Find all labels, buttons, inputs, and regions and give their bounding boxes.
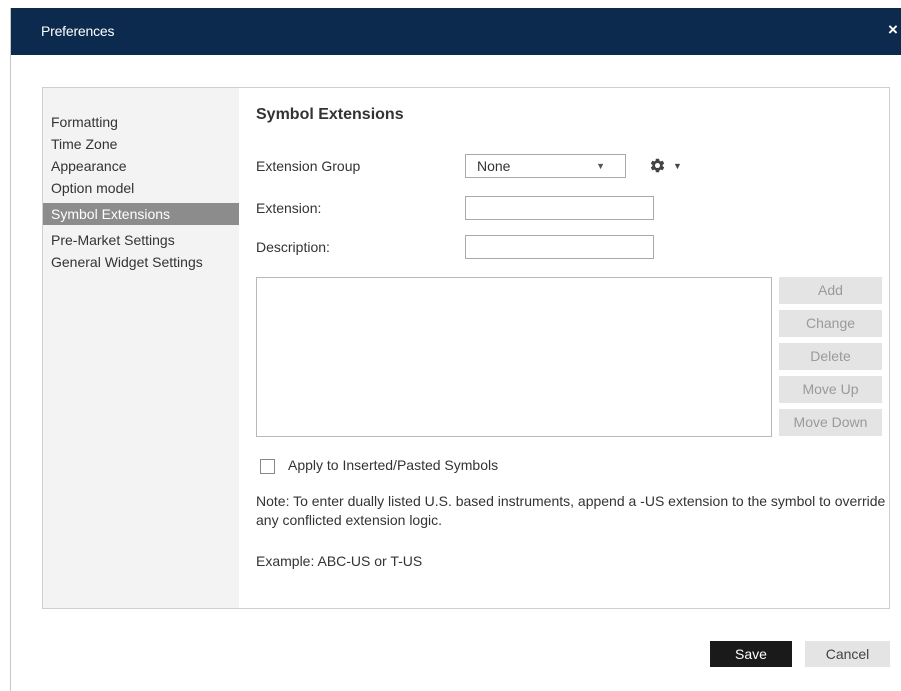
description-input[interactable] — [465, 235, 654, 259]
apply-to-inserted-label[interactable]: Apply to Inserted/Pasted Symbols — [288, 457, 498, 473]
extension-label: Extension: — [256, 200, 322, 216]
section-title: Symbol Extensions — [256, 106, 404, 123]
move-down-button[interactable]: Move Down — [779, 409, 882, 436]
cancel-button[interactable]: Cancel — [805, 641, 890, 667]
save-button[interactable]: Save — [710, 641, 792, 667]
preferences-nav: Formatting Time Zone Appearance Option m… — [43, 88, 239, 608]
nav-item-general-widget-settings[interactable]: General Widget Settings — [43, 251, 239, 273]
add-button[interactable]: Add — [779, 277, 882, 304]
extension-group-label: Extension Group — [256, 158, 361, 174]
gear-icon[interactable] — [649, 157, 666, 174]
move-up-button[interactable]: Move Up — [779, 376, 882, 403]
extensions-list[interactable] — [256, 277, 772, 437]
preferences-panel: Formatting Time Zone Appearance Option m… — [42, 87, 890, 609]
nav-item-formatting[interactable]: Formatting — [43, 111, 239, 133]
gear-menu-chevron-icon[interactable]: ▼ — [673, 161, 682, 171]
apply-to-inserted-checkbox[interactable] — [260, 459, 275, 474]
nav-item-option-model[interactable]: Option model — [43, 177, 239, 199]
extension-group-select[interactable]: None ▼ — [465, 154, 626, 178]
description-label: Description: — [256, 239, 330, 255]
close-icon[interactable]: × — [888, 20, 901, 40]
nav-item-symbol-extensions[interactable]: Symbol Extensions — [43, 203, 239, 225]
chevron-down-icon: ▼ — [596, 161, 605, 171]
example-text: Example: ABC-US or T-US — [256, 553, 423, 569]
nav-item-time-zone[interactable]: Time Zone — [43, 133, 239, 155]
note-text: Note: To enter dually listed U.S. based … — [256, 493, 886, 528]
symbol-extensions-content: Symbol Extensions Extension Group None ▼… — [239, 88, 889, 608]
delete-button[interactable]: Delete — [779, 343, 882, 370]
change-button[interactable]: Change — [779, 310, 882, 337]
extension-input[interactable] — [465, 196, 654, 220]
extension-group-value: None — [477, 158, 511, 174]
dialog-titlebar: Preferences × — [11, 8, 901, 55]
dialog-title: Preferences — [41, 23, 115, 39]
preferences-dialog: Preferences × Formatting Time Zone Appea… — [10, 8, 901, 691]
nav-item-appearance[interactable]: Appearance — [43, 155, 239, 177]
nav-item-pre-market-settings[interactable]: Pre-Market Settings — [43, 229, 239, 251]
